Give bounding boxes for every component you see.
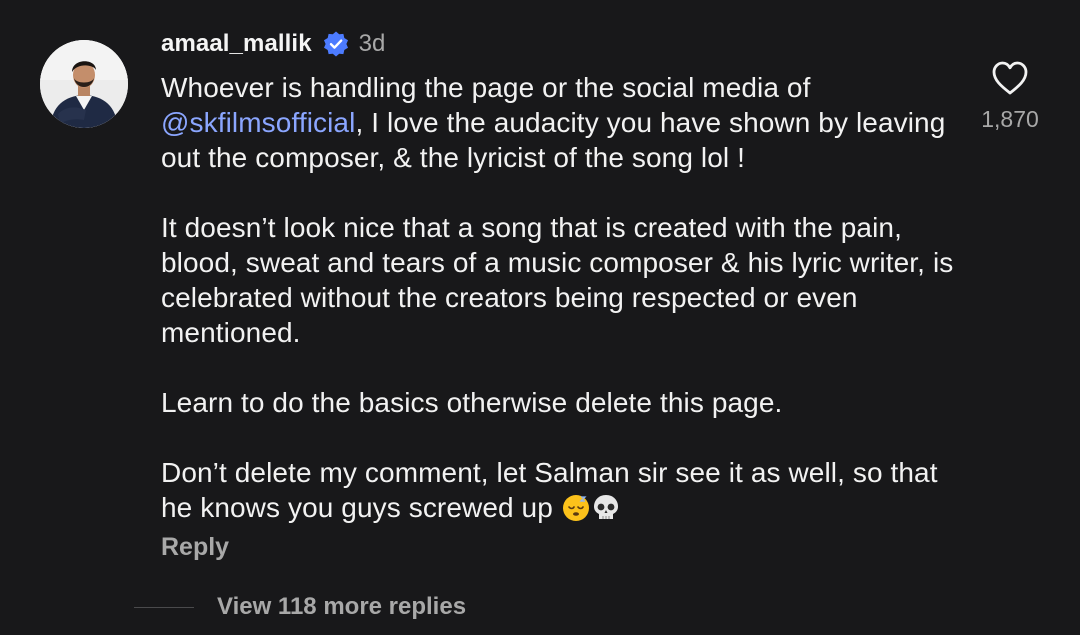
like-area: 1,870 (975, 60, 1045, 133)
username[interactable]: amaal_mallik (161, 30, 312, 58)
comment-paragraph-3: Learn to do the basics otherwise delete … (161, 387, 783, 418)
view-replies-button[interactable]: View 118 more replies (217, 593, 466, 621)
avatar[interactable] (40, 40, 128, 128)
paragraph-1-before: Whoever is handling the page or the soci… (161, 72, 811, 103)
heart-icon[interactable] (991, 60, 1029, 96)
reply-button[interactable]: Reply (161, 533, 229, 562)
skull-emoji (593, 495, 618, 519)
sleeping-face-emoji (562, 495, 589, 521)
comment-text: Whoever is handling the page or the soci… (161, 70, 961, 525)
avatar-image (40, 40, 128, 128)
timestamp: 3d (358, 30, 386, 57)
comment-paragraph-1: Whoever is handling the page or the soci… (161, 70, 961, 175)
mention-link[interactable]: @skfilmsofficial (161, 107, 355, 138)
verified-badge-icon (322, 30, 350, 58)
comment-header: amaal_mallik 3d (161, 26, 385, 62)
comment-paragraph-4: Don’t delete my comment, let Salman sir … (161, 455, 961, 525)
comment-paragraph-2: It doesn’t look nice that a song that is… (161, 212, 954, 348)
replies-divider (134, 607, 194, 608)
like-count: 1,870 (981, 106, 1039, 132)
paragraph-4-text: Don’t delete my comment, let Salman sir … (161, 457, 938, 523)
emoji-group (561, 493, 621, 523)
